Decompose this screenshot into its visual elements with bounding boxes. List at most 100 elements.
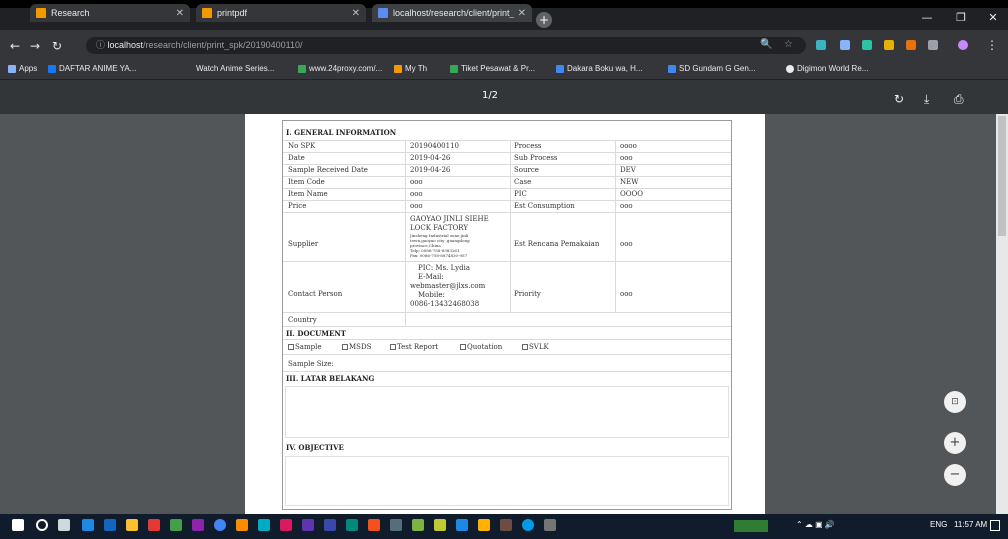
zoom-icon[interactable]: 🔍 (760, 39, 772, 50)
table-divider (283, 164, 731, 165)
app-icon[interactable] (500, 519, 512, 531)
minimize-button[interactable]: — (916, 10, 938, 26)
close-window-button[interactable]: ✕ (982, 10, 1004, 26)
scrollbar-thumb[interactable] (998, 116, 1006, 236)
sample-size-label: Sample Size: (288, 360, 334, 368)
close-icon[interactable]: ✕ (176, 8, 184, 19)
app-icon[interactable] (544, 519, 556, 531)
maximize-button[interactable]: ❐ (950, 10, 972, 26)
table-divider (283, 326, 731, 327)
value-no-spk: 20190400110 (410, 142, 459, 150)
app-icon[interactable] (82, 519, 94, 531)
bookmark-item[interactable]: Watch Anime Series... (196, 64, 274, 73)
task-view-icon[interactable] (58, 519, 70, 531)
bookmark-item[interactable]: Digimon World Re... (786, 64, 868, 73)
checkbox-test-report[interactable]: Test Report (390, 343, 438, 351)
clock[interactable]: 11:57 AM (954, 520, 987, 529)
app-icon[interactable] (170, 519, 182, 531)
chrome-icon[interactable] (214, 519, 226, 531)
app-icon[interactable] (390, 519, 402, 531)
app-icon[interactable] (236, 519, 248, 531)
checkbox-sample[interactable]: Sample (288, 343, 321, 351)
value-process: oooo (620, 142, 637, 150)
new-tab-button[interactable]: + (536, 12, 552, 28)
rotate-icon[interactable]: ↻ (894, 92, 904, 106)
extension-icon[interactable] (928, 40, 938, 50)
page-favicon-icon (36, 8, 46, 18)
extension-icon[interactable] (906, 40, 916, 50)
app-icon[interactable] (368, 519, 380, 531)
latar-belakang-box (285, 386, 729, 438)
value-priority: ooo (620, 290, 633, 298)
checkbox-icon[interactable] (390, 344, 396, 350)
extension-icon[interactable] (862, 40, 872, 50)
app-icon[interactable] (456, 519, 468, 531)
bookmark-apps[interactable]: Apps (8, 64, 37, 73)
app-icon[interactable] (346, 519, 358, 531)
value-sub-process: ooo (620, 154, 633, 162)
more-menu-icon[interactable]: ⋮ (986, 38, 998, 52)
app-icon[interactable] (280, 519, 292, 531)
app-icon[interactable] (258, 519, 270, 531)
bookmark-item[interactable]: My Th (394, 64, 427, 73)
bookmark-item[interactable]: www.24proxy.com/... (298, 64, 382, 73)
value-est-consumption: ooo (620, 202, 633, 210)
checkbox-icon[interactable] (460, 344, 466, 350)
checkbox-icon[interactable] (288, 344, 294, 350)
value-case: NEW (620, 178, 639, 186)
app-icon[interactable] (434, 519, 446, 531)
tray-icons[interactable]: ⌃ ☁ ▣ 🔊 (796, 520, 835, 529)
app-icon[interactable] (148, 519, 160, 531)
checkbox-icon[interactable] (522, 344, 528, 350)
zoom-in-button[interactable]: + (944, 432, 966, 454)
tab-print-spk[interactable]: localhost/research/client/print_s… ✕ (372, 4, 532, 22)
checkbox-svlk[interactable]: SVLK (522, 343, 549, 351)
section-document: II. DOCUMENT (286, 329, 346, 338)
bookmark-item[interactable]: Dakara Boku wa, H... (556, 64, 643, 73)
checkbox-icon[interactable] (342, 344, 348, 350)
extension-icon[interactable] (884, 40, 894, 50)
app-icon[interactable] (478, 519, 490, 531)
value-est-rencana: ooo (620, 240, 633, 248)
label-priority: Priority (514, 290, 541, 298)
supplier-fax: Fax: 0086-758-8874830-957 (410, 253, 468, 258)
start-icon[interactable] (12, 519, 24, 531)
checkbox-msds[interactable]: MSDS (342, 343, 371, 351)
table-divider (283, 339, 731, 340)
checkbox-quotation[interactable]: Quotation (460, 343, 502, 351)
search-icon[interactable] (36, 519, 48, 531)
address-bar[interactable]: ⓘ localhost/research/client/print_spk/20… (86, 37, 806, 54)
app-icon[interactable] (302, 519, 314, 531)
download-icon[interactable]: ⤓ (924, 92, 929, 107)
tab-research[interactable]: Research ✕ (30, 4, 190, 22)
profile-avatar-icon[interactable] (958, 40, 968, 50)
bookmark-item[interactable]: SD Gundam G Gen... (668, 64, 755, 73)
app-icon[interactable] (412, 519, 424, 531)
page-indicator: 1/2 (481, 90, 499, 101)
label-sub-process: Sub Process (514, 154, 558, 162)
battery-icon[interactable] (734, 520, 768, 532)
table-divider (283, 354, 731, 355)
close-icon[interactable]: ✕ (518, 8, 526, 19)
fit-page-button[interactable]: ⊡ (944, 391, 966, 413)
folder-icon[interactable] (126, 519, 138, 531)
print-icon[interactable]: ⎙ (954, 92, 964, 107)
notifications-icon[interactable] (990, 520, 1000, 531)
bookmark-item[interactable]: Tiket Pesawat & Pr... (450, 64, 535, 73)
language-indicator[interactable]: ENG (930, 520, 947, 529)
zoom-out-button[interactable]: − (944, 464, 966, 486)
app-icon[interactable] (192, 519, 204, 531)
app-icon[interactable] (522, 519, 534, 531)
forward-arrow-icon[interactable]: → (30, 39, 40, 53)
close-icon[interactable]: ✕ (352, 8, 360, 19)
bookmark-item[interactable]: DAFTAR ANIME YA... (48, 64, 136, 73)
app-icon[interactable] (104, 519, 116, 531)
app-icon[interactable] (324, 519, 336, 531)
extension-icon[interactable] (840, 40, 850, 50)
reload-icon[interactable]: ↻ (52, 39, 62, 53)
tab-printpdf[interactable]: printpdf ✕ (196, 4, 366, 22)
back-arrow-icon[interactable]: ← (10, 39, 20, 53)
extension-icon[interactable] (816, 40, 826, 50)
value-date: 2019-04-26 (410, 154, 451, 162)
star-icon[interactable]: ☆ (784, 39, 793, 50)
